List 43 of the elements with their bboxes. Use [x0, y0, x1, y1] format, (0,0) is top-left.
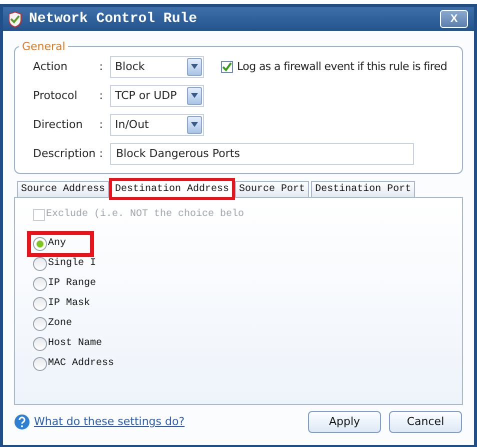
dropdown-value: TCP or UDP: [114, 89, 178, 102]
tab[interactable]: Source Address: [17, 181, 110, 198]
field-separator: :: [99, 89, 103, 102]
checkbox[interactable]: [221, 60, 233, 72]
field-separator: :: [99, 147, 103, 160]
checkbox-label: Log as a firewall event if this rule is fired: [237, 60, 448, 73]
radio-label: MAC Address: [48, 358, 114, 369]
radio-button[interactable]: [33, 276, 47, 290]
dropdown[interactable]: In/Out: [110, 114, 204, 136]
radio-label: IP Mask: [48, 298, 90, 309]
field-label: Action: [33, 60, 68, 73]
tab[interactable]: Destination Address: [111, 180, 234, 198]
dropdown[interactable]: Block: [110, 56, 204, 78]
field-label: Description: [33, 147, 96, 160]
field-separator: :: [99, 60, 103, 73]
help-link[interactable]: What do these settings do?: [34, 415, 300, 428]
field-separator: :: [99, 118, 103, 131]
radio-label: Zone: [48, 318, 72, 329]
radio-button[interactable]: [33, 356, 47, 370]
radio-button[interactable]: [33, 236, 47, 250]
tab[interactable]: Destination Port: [311, 181, 416, 198]
group-title: General: [21, 40, 66, 53]
exclude-label: Exclude (i.e. NOT the choice belo: [46, 209, 244, 220]
cancel-button[interactable]: Cancel: [389, 410, 462, 432]
radio-label: IP Range: [48, 278, 96, 289]
window-title: Network Control Rule: [29, 11, 198, 27]
radio-button[interactable]: [33, 336, 47, 350]
radio-button[interactable]: [33, 296, 47, 310]
radio-button[interactable]: [33, 316, 47, 330]
radio-label: Any: [48, 238, 66, 249]
dropdown-value: Block: [114, 60, 146, 73]
dropdown[interactable]: TCP or UDP: [110, 84, 204, 106]
dropdown-value: In/Out: [114, 118, 150, 131]
tab[interactable]: Source Port: [235, 181, 310, 198]
shield-icon: [7, 10, 23, 28]
radio-button[interactable]: [33, 256, 47, 270]
apply-button[interactable]: Apply: [308, 410, 381, 432]
help-icon: [14, 414, 30, 430]
description-field[interactable]: Block Dangerous Ports: [110, 142, 414, 164]
field-label: Protocol: [33, 89, 78, 102]
field-label: Direction: [33, 118, 83, 131]
radio-label: Host Name: [48, 338, 102, 349]
radio-label: Single I: [48, 258, 96, 269]
